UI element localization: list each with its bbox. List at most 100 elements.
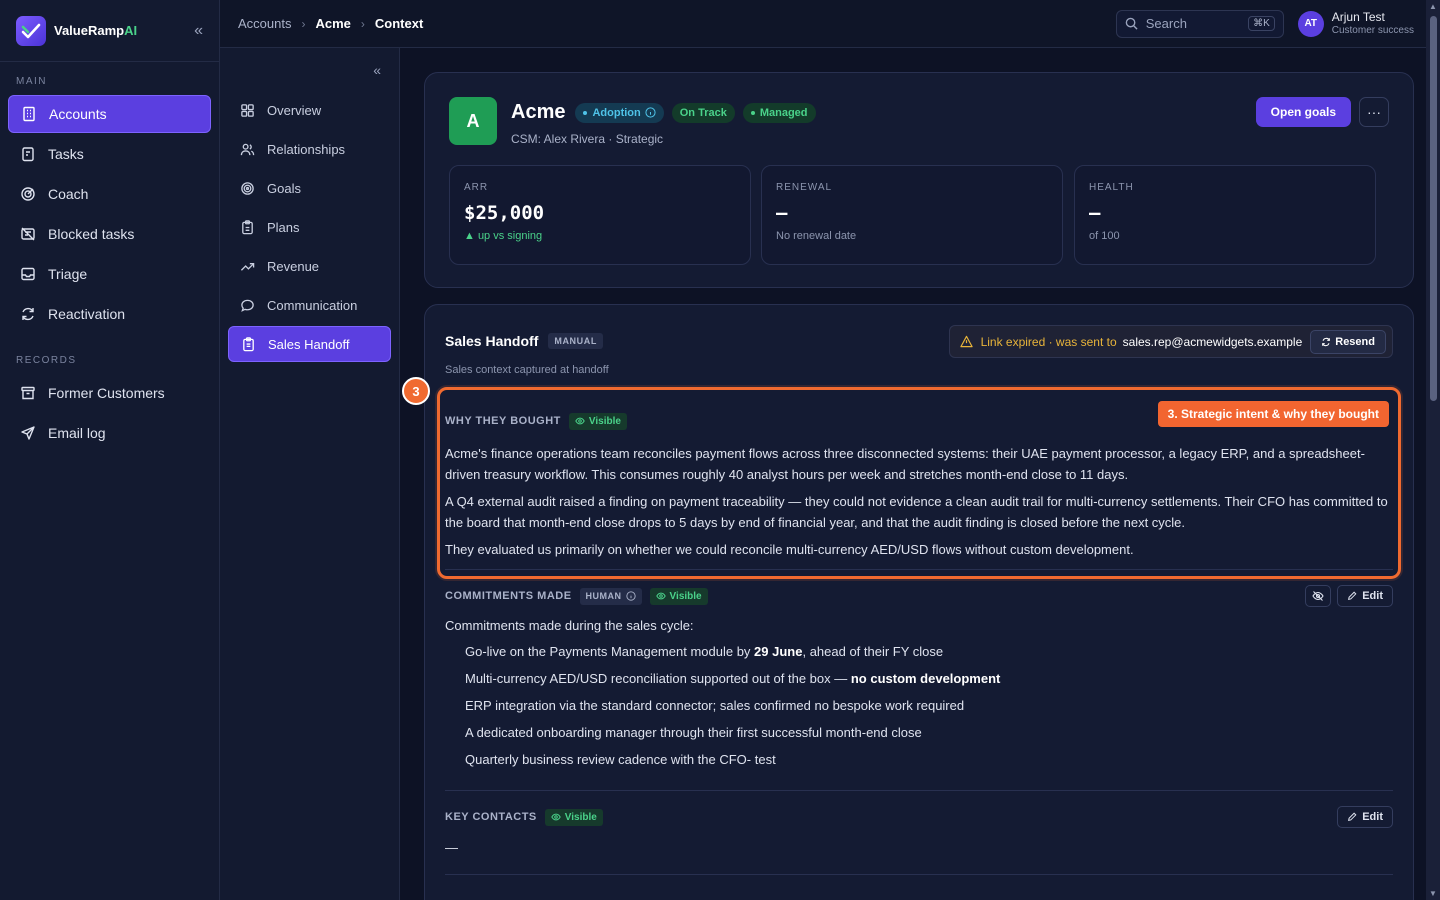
sidebar-item-tasks[interactable]: Tasks [8,135,211,173]
sidebar-item-label: Coach [48,186,89,202]
section-title: Sales Handoff [445,333,539,349]
clipboard-icon [242,219,253,234]
link-expired-banner: Link expired · was sent to sales.rep@acm… [948,325,1393,358]
status-badge-on-track: On Track [671,102,735,123]
subnav-item-plans[interactable]: Plans [228,209,391,245]
warning-icon [959,335,973,348]
brand-name: ValueRampAI [54,23,138,38]
subnav-item-label: Overview [267,102,322,118]
main-content: A Acme Adoption On Track Managed CSM: Al… [400,48,1426,900]
sidebar-item-former-customers[interactable]: Former Customers [8,374,211,412]
refresh-icon [1322,337,1331,346]
account-subtitle: CSM: Alex Rivera · Strategic [511,132,664,146]
edit-key-contacts-button[interactable]: Edit [1337,806,1393,828]
subnav-item-label: Sales Handoff [268,336,350,352]
pencil-icon [1348,812,1357,821]
warning-text: Link expired · was sent to [980,334,1117,349]
user-role: Customer success [1331,24,1414,36]
subnav-item-relationships[interactable]: Relationships [228,131,391,167]
trend-up-icon [240,262,255,271]
collapse-subnav-icon[interactable]: « [373,62,381,78]
collapse-sidebar-icon[interactable]: « [194,22,203,40]
subnav-item-sales-handoff[interactable]: Sales Handoff [228,326,391,362]
sidebar-item-coach[interactable]: Coach [8,175,211,213]
metric-note: No renewal date [776,230,857,242]
scroll-down-icon[interactable]: ▼ [1429,889,1437,898]
subnav-item-label: Relationships [267,141,346,157]
sidebar-item-label: Accounts [49,106,107,122]
refresh-icon [22,307,34,321]
resend-label: Resend [1335,335,1375,348]
target-icon [241,181,254,195]
page-scrollbar[interactable]: ▲ ▼ [1426,0,1440,900]
users-icon [240,143,255,155]
scroll-up-icon[interactable]: ▲ [1429,2,1437,11]
list-item: ERP integration via the standard connect… [465,698,965,713]
subnav-item-label: Plans [267,219,300,235]
subnav-item-label: Goals [267,180,301,196]
section-subtitle: Sales context captured at handoff [445,364,609,376]
breadcrumb-accounts[interactable]: Accounts [238,16,291,31]
subnav-item-communication[interactable]: Communication [228,287,391,323]
sidebar-item-blocked-tasks[interactable]: Blocked tasks [8,215,211,253]
avatar: AT [1297,10,1324,37]
subnav-item-overview[interactable]: Overview [228,92,391,128]
recipient-email: sales.rep@acmewidgets.example [1122,334,1303,349]
clipboard-list-icon [243,336,254,351]
eye-icon [655,592,666,600]
subnav-item-revenue[interactable]: Revenue [228,248,391,284]
search-input[interactable]: Search ⌘K [1115,9,1284,38]
chevron-right-icon: › [301,16,306,31]
sidebar-item-label: Blocked tasks [48,226,135,242]
sidebar-item-label: Tasks [48,146,84,162]
sidebar-item-label: Former Customers [48,385,165,401]
breadcrumb-acme[interactable]: Acme [315,16,350,31]
scrollbar-thumb[interactable] [1430,16,1437,401]
metric-value: $25,000 [464,202,545,224]
list-item: A dedicated onboarding manager through t… [465,725,922,740]
info-icon [645,107,656,118]
list-item: Go-live on the Payments Management modul… [465,644,944,659]
metric-label: ARR [464,182,489,193]
sidebar-item-email-log[interactable]: Email log [8,414,211,452]
sidebar-item-reactivation[interactable]: Reactivation [8,295,211,333]
section-heading: COMMITMENTS MADE [445,590,572,602]
visible-badge: Visible [544,808,603,826]
sidebar-item-label: Reactivation [48,306,126,322]
sidebar-item-label: Email log [48,425,106,441]
pencil-icon [1348,591,1357,600]
list-item: Multi-currency AED/USD reconciliation su… [465,671,1001,686]
search-shortcut: ⌘K [1248,16,1275,31]
hide-section-button[interactable] [1305,585,1332,607]
manual-tag: MANUAL [548,333,603,349]
metric-renewal: RENEWAL — No renewal date [761,165,1063,265]
breadcrumb-context: Context [374,16,424,31]
subnav-item-label: Communication [267,297,358,313]
inbox-icon [21,267,35,281]
sidebar: ValueRampAI « MAIN Accounts Tasks Coach … [0,0,220,900]
account-header-card: A Acme Adoption On Track Managed CSM: Al… [424,72,1414,288]
metric-arr: ARR $25,000 ▲ up vs signing [449,165,751,265]
user-menu[interactable]: AT Arjun Test Customer success [1297,9,1414,37]
info-icon [625,591,636,601]
account-name: Acme [511,101,566,123]
eye-off-icon [1312,591,1324,601]
search-icon [1125,17,1138,30]
sidebar-item-triage[interactable]: Triage [8,255,211,293]
open-goals-button[interactable]: Open goals [1255,97,1351,127]
blocked-icon [21,227,35,241]
status-badge-managed: Managed [742,102,816,123]
more-options-button[interactable]: ··· [1359,97,1389,127]
edit-commitments-button[interactable]: Edit [1337,585,1393,607]
account-subnav: « Overview Relationships Goals Plans Rev… [220,48,400,900]
user-name: Arjun Test [1331,9,1385,24]
archive-icon [21,386,35,400]
clipboard-icon [22,147,34,162]
sidebar-item-accounts[interactable]: Accounts [8,95,211,133]
subnav-item-goals[interactable]: Goals [228,170,391,206]
metric-label: RENEWAL [776,182,833,193]
send-icon [21,426,35,440]
tour-step-label: 3. Strategic intent & why they bought [1157,401,1389,427]
resend-button[interactable]: Resend [1310,329,1386,354]
account-avatar: A [449,97,497,145]
